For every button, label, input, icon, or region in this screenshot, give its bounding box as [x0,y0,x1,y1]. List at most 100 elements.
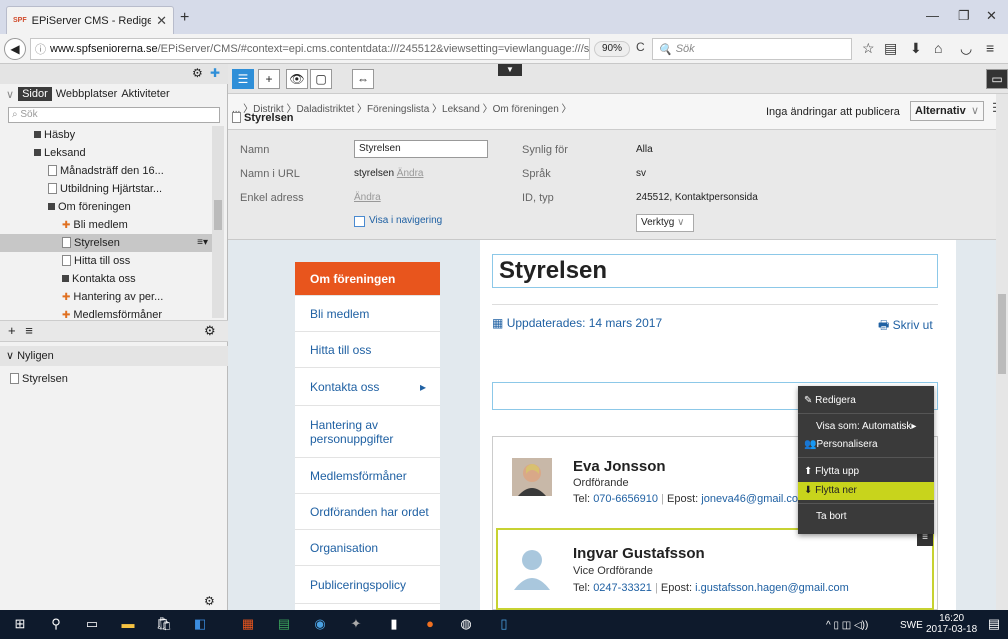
section-nav-item[interactable]: Publiceringspolicy [295,566,440,604]
document-icon[interactable]: ▮ [384,614,404,634]
search-field[interactable]: 🔍 Sök [652,38,852,60]
section-nav-item[interactable]: Organisation [295,530,440,566]
change-simple-address-link[interactable]: Ändra [354,192,381,203]
tree-scrollbar-thumb[interactable] [214,200,222,230]
tree-item[interactable]: Styrelsen ≡▾ [0,234,212,252]
menu-item-edit[interactable]: ✎ Redigera [798,392,934,410]
page-heading[interactable]: Styrelsen [492,254,938,288]
app-icon[interactable]: ◧ [190,614,210,634]
task-view-icon[interactable]: ▭ [82,614,102,634]
recent-header[interactable]: ∨ Nyligen [0,346,228,366]
collapse-toolbar-icon[interactable]: ▼ [498,64,522,76]
notepad-icon[interactable]: ▯ [494,614,514,634]
tree-search-input[interactable]: ⌕ Sök [8,107,220,123]
toggle-nav-button[interactable]: ☰ [232,69,254,89]
close-window-icon[interactable]: ✕ [986,8,997,24]
app-icon[interactable]: ◉ [310,614,330,634]
new-tab-icon[interactable]: + [180,9,189,27]
reload-icon[interactable]: C [636,40,645,54]
tree-item[interactable]: ✚ Bli medlem [0,216,212,234]
toggle-assets-button[interactable]: ▭ [986,69,1008,89]
home-icon[interactable]: ⌂ [934,40,942,56]
tab-webbplatser[interactable]: Webbplatser [56,88,118,100]
notifications-icon[interactable]: ▤ [984,614,1004,634]
section-nav-item[interactable]: Om föreningen [295,262,440,296]
system-tray-icons[interactable]: ^ ▯ ◫ ◁)) [826,620,868,631]
print-link[interactable]: 🖶 Skriv ut [878,316,933,337]
url-field[interactable]: ⓘ www.spfseniorerna.se/EPiServer/CMS/#co… [30,38,590,60]
phone-link[interactable]: 070-6656910 [593,493,658,505]
colorful-app-icon[interactable]: ▦ [238,614,258,634]
compare-button[interactable]: ▢ [310,69,332,89]
tree-scrollbar[interactable] [212,126,224,318]
search-icon[interactable]: ⚲ [46,614,66,634]
reading-list-icon[interactable]: ▤ [884,40,897,57]
pocket-icon[interactable]: ◡ [960,40,972,57]
store-icon[interactable]: 🛍 [154,614,174,634]
section-nav-item[interactable]: Bli medlem [295,296,440,332]
create-button[interactable]: + [258,69,280,89]
app-icon[interactable]: ✦ [346,614,366,634]
minimize-icon[interactable]: — [926,8,939,23]
section-nav-item[interactable]: Hitta till oss [295,332,440,368]
collapse-icon[interactable]: ∨ [6,88,14,101]
section-nav-item[interactable]: Medlemsförmåner [295,458,440,494]
windows-start-icon[interactable]: ⊞ [10,614,30,634]
tree-settings-icon[interactable]: ⚙ [204,321,216,341]
clock[interactable]: 16:20 2017-03-18 [926,613,977,635]
tree-item[interactable]: Kontakta oss [0,270,212,288]
content-scrollbar-thumb[interactable] [998,294,1006,374]
tab-sidor[interactable]: Sidor [18,87,52,101]
view-mode-button[interactable]: ⇔ [352,69,374,89]
tree-item[interactable]: ✚ Hantering av per... [0,288,212,306]
tree-item[interactable]: Häsby [0,126,212,144]
section-nav-item[interactable]: Ordföranden har ordet [295,494,440,530]
menu-icon[interactable]: ≡ [986,40,994,56]
name-input[interactable]: Styrelsen [354,140,488,158]
recent-item[interactable]: Styrelsen [0,370,228,388]
browser-tab[interactable]: SPF EPiServer CMS - Redigera ✕ [6,6,174,34]
content-scrollbar[interactable] [996,94,1008,610]
menu-item-view-as[interactable]: Visa som: Automatisk▸ [798,418,934,436]
menu-item-move-up[interactable]: ⬆ Flytta upp [798,463,934,481]
email-link[interactable]: joneva46@gmail.com [701,493,807,505]
list-options-icon[interactable]: ≡ [25,323,33,338]
section-nav-item[interactable]: Hantering av personuppgifter [295,406,440,458]
publish-options-button[interactable]: Alternativ ∨ [910,101,984,121]
zoom-level[interactable]: 90% [594,41,630,57]
restore-icon[interactable]: ❐ [958,8,970,24]
tree-item[interactable]: Om föreningen [0,198,212,216]
recent-settings-icon[interactable]: ⚙ [204,594,215,608]
change-url-link[interactable]: Ändra [397,168,424,179]
tab-aktiviteter[interactable]: Aktiviteter [121,88,169,100]
file-explorer-icon[interactable]: ▬ [118,614,138,634]
bookmark-star-icon[interactable]: ☆ [862,40,875,57]
contact-card-selected[interactable] [496,528,934,610]
settings-icon[interactable]: ⚙ [192,66,203,80]
close-tab-icon[interactable]: ✕ [156,13,167,29]
menu-item-personalize[interactable]: 👥Personalisera [798,436,934,454]
back-icon[interactable]: ◀ [4,38,26,60]
tree-item-menu-icon[interactable]: ≡▾ [197,234,208,252]
menu-item-move-down[interactable]: ⬇ Flytta ner [798,482,934,500]
pin-pane-icon[interactable]: ✚ [210,66,220,80]
app-icon[interactable]: ▤ [274,614,294,634]
email-link[interactable]: i.gustafsson.hagen@gmail.com [695,582,849,594]
firefox-icon[interactable]: ● [420,614,440,634]
show-in-nav-checkbox[interactable] [354,216,365,227]
tree-item[interactable]: Hitta till oss [0,252,212,270]
section-nav-item[interactable]: Kontakta oss ▸ [295,368,440,406]
menu-item-delete[interactable]: Ta bort [798,508,934,526]
preview-button[interactable]: 👁 [286,69,308,89]
language-indicator[interactable]: SWE [900,620,923,631]
phone-link[interactable]: 0247-33321 [593,582,652,594]
show-in-nav-label[interactable]: Visa i navigering [369,215,442,226]
add-icon[interactable]: + [8,323,16,338]
download-icon[interactable]: ⬇ [910,40,922,57]
tree-item[interactable]: Månadsträff den 16... [0,162,212,180]
app-icon[interactable]: ◍ [456,614,476,634]
tree-item[interactable]: Utbildning Hjärtstar... [0,180,212,198]
tree-item[interactable]: Leksand [0,144,212,162]
tools-dropdown[interactable]: Verktyg ∨ [636,214,694,232]
recent-item-label: Styrelsen [22,373,68,385]
